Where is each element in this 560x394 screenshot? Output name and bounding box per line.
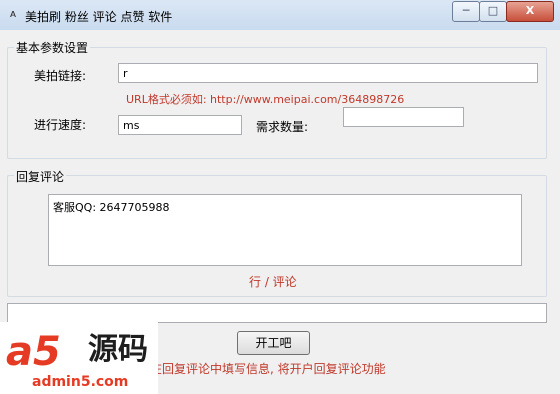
quantity-input[interactable] <box>343 107 464 127</box>
window-title: 美拍刷 粉丝 评论 点赞 软件 <box>25 10 173 24</box>
reply-comment-text: 客服QQ: 2647705988 <box>53 201 170 214</box>
app-icon: ᴀ <box>9 7 17 20</box>
start-button[interactable]: 开工吧 <box>237 331 310 355</box>
speed-input[interactable]: ms <box>118 115 242 135</box>
close-button[interactable]: X <box>506 1 554 22</box>
watermark-text: 源码 <box>88 332 148 367</box>
quantity-label: 需求数量: <box>256 120 309 134</box>
watermark-url: admin5.com <box>32 374 129 390</box>
footer-hint: 在回复评论中填写信息, 将开户回复评论功能 <box>150 362 386 376</box>
speed-label: 进行速度: <box>34 118 87 132</box>
line-per-comment-hint: 行 / 评论 <box>249 275 297 289</box>
watermark-logo: a5 源码 admin5.com <box>0 322 158 394</box>
minimize-button[interactable]: ─ <box>452 1 480 22</box>
basic-settings-legend: 基本参数设置 <box>14 39 91 56</box>
maximize-button[interactable]: □ <box>479 1 507 22</box>
reply-comment-textarea[interactable]: 客服QQ: 2647705988 <box>48 194 522 266</box>
reply-comment-legend: 回复评论 <box>14 168 67 185</box>
title-bar[interactable]: ᴀ 美拍刷 粉丝 评论 点赞 软件 ─ □ X <box>0 0 560 30</box>
status-field[interactable] <box>7 303 547 323</box>
url-format-hint: URL格式必须如: http://www.meipai.com/36489872… <box>126 93 405 106</box>
watermark-a5: a5 <box>6 329 61 375</box>
link-input[interactable]: r <box>118 63 538 83</box>
link-label: 美拍链接: <box>34 69 87 83</box>
